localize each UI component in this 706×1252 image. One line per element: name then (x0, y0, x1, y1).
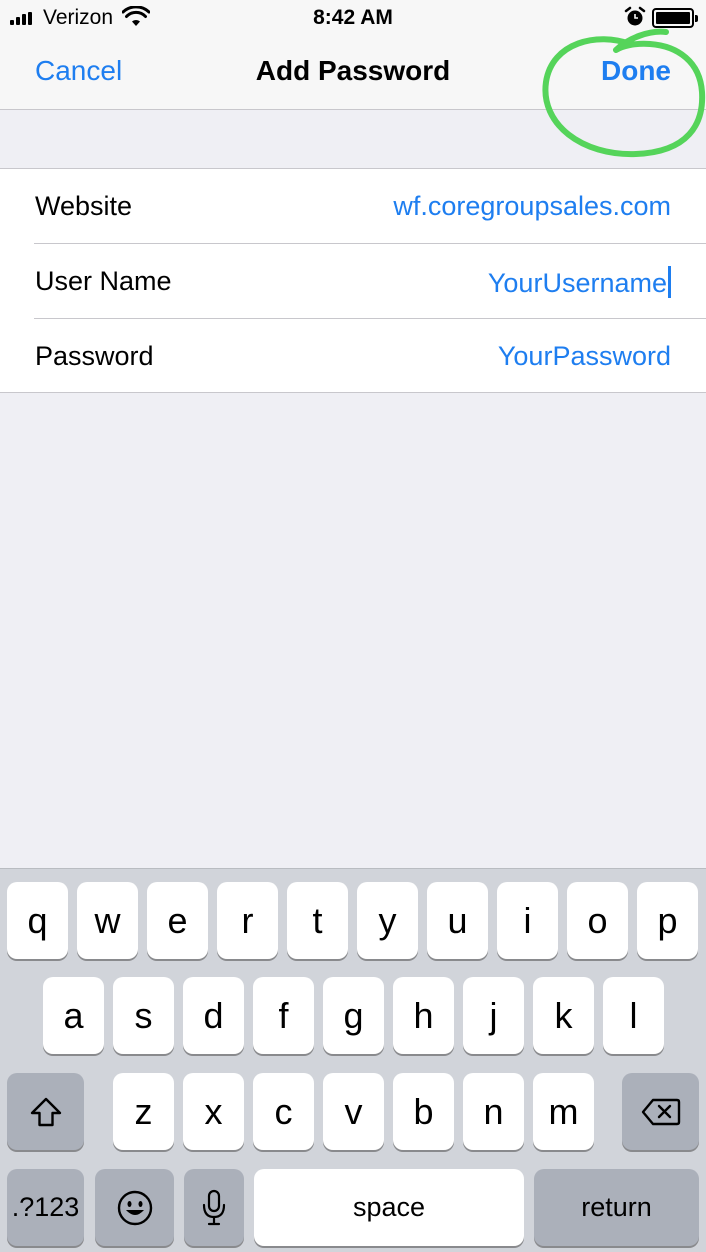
key-f[interactable]: f (253, 977, 314, 1054)
username-value: YourUsername (487, 268, 667, 298)
microphone-icon (202, 1189, 226, 1225)
key-e[interactable]: e (147, 882, 208, 959)
return-key[interactable]: return (534, 1169, 699, 1246)
password-field[interactable]: YourPassword (498, 341, 671, 372)
key-u[interactable]: u (427, 882, 488, 959)
key-r[interactable]: r (217, 882, 278, 959)
username-field[interactable]: YourUsername (488, 266, 671, 299)
password-form: Website wf.coregroupsales.com User Name … (0, 168, 706, 393)
key-y[interactable]: y (357, 882, 418, 959)
key-b[interactable]: b (393, 1073, 454, 1150)
username-row[interactable]: User Name YourUsername (0, 244, 706, 319)
password-row[interactable]: Password YourPassword (0, 319, 706, 394)
key-h[interactable]: h (393, 977, 454, 1054)
done-button[interactable]: Done (601, 55, 671, 87)
key-n[interactable]: n (463, 1073, 524, 1150)
key-v[interactable]: v (323, 1073, 384, 1150)
status-bar: Verizon 8:42 AM (0, 0, 706, 36)
key-t[interactable]: t (287, 882, 348, 959)
text-cursor (668, 266, 671, 298)
emoji-key[interactable] (95, 1169, 174, 1246)
username-label: User Name (35, 266, 172, 296)
keyboard: q w e r t y u i o p a s d f g h j k l z … (0, 868, 706, 1252)
key-s[interactable]: s (113, 977, 174, 1054)
cancel-button[interactable]: Cancel (35, 55, 122, 87)
key-w[interactable]: w (77, 882, 138, 959)
key-d[interactable]: d (183, 977, 244, 1054)
backspace-key[interactable] (622, 1073, 699, 1150)
key-g[interactable]: g (323, 977, 384, 1054)
microphone-key[interactable] (184, 1169, 244, 1246)
shift-icon (30, 1097, 61, 1126)
key-j[interactable]: j (463, 977, 524, 1054)
numbers-key[interactable]: .?123 (7, 1169, 84, 1246)
key-o[interactable]: o (567, 882, 628, 959)
key-z[interactable]: z (113, 1073, 174, 1150)
key-i[interactable]: i (497, 882, 558, 959)
key-p[interactable]: p (637, 882, 698, 959)
backspace-icon (641, 1098, 680, 1125)
alarm-icon (624, 6, 646, 26)
website-field[interactable]: wf.coregroupsales.com (393, 191, 671, 222)
key-k[interactable]: k (533, 977, 594, 1054)
navigation-bar: Add Password Cancel Done (0, 36, 706, 110)
key-a[interactable]: a (43, 977, 104, 1054)
key-x[interactable]: x (183, 1073, 244, 1150)
website-label: Website (35, 191, 133, 221)
battery-icon (652, 8, 698, 28)
space-key[interactable]: space (254, 1169, 524, 1246)
website-row[interactable]: Website wf.coregroupsales.com (0, 169, 706, 244)
password-label: Password (35, 341, 154, 371)
key-c[interactable]: c (253, 1073, 314, 1150)
shift-key[interactable] (7, 1073, 84, 1150)
emoji-icon (117, 1190, 152, 1225)
key-q[interactable]: q (7, 882, 68, 959)
status-time: 8:42 AM (313, 6, 393, 29)
key-m[interactable]: m (533, 1073, 594, 1150)
key-l[interactable]: l (603, 977, 664, 1054)
